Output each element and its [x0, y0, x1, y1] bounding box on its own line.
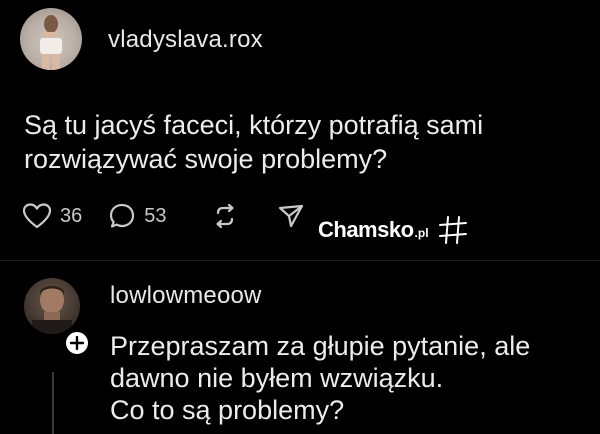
avatar-photo-icon — [40, 15, 62, 70]
watermark-tld: .pl — [414, 226, 429, 240]
avatar-photo-icon — [32, 286, 72, 334]
repost-button[interactable] — [211, 202, 239, 230]
reply-username[interactable]: lowlowmeoow — [110, 282, 262, 310]
send-icon — [278, 204, 303, 228]
comment-button[interactable]: 53 — [108, 202, 167, 230]
post-username[interactable]: vladyslava.rox — [108, 26, 263, 54]
watermark: Chamsko .pl — [318, 214, 469, 246]
comment-count: 53 — [144, 204, 167, 227]
comment-bubble-icon — [110, 203, 135, 228]
repost-icon — [215, 203, 234, 229]
reply-text-line: dawno nie byłem wzwiązku. — [110, 363, 444, 393]
heart-icon — [22, 203, 52, 229]
follow-button[interactable] — [64, 330, 90, 356]
reply-text-line: Przepraszam za głupie pytanie, ale — [110, 331, 531, 361]
share-button[interactable] — [277, 202, 305, 230]
reply-text: Przepraszam za głupie pytanie, ale dawno… — [110, 330, 590, 426]
divider — [0, 260, 600, 261]
avatar[interactable] — [20, 8, 82, 70]
post-text: Są tu jacyś faceci, którzy potrafią sami… — [24, 110, 484, 174]
watermark-brand: Chamsko — [318, 217, 414, 242]
like-count: 36 — [60, 204, 83, 227]
thread-line — [52, 372, 54, 434]
plus-icon — [70, 336, 84, 350]
original-post: vladyslava.rox Są tu jacyś faceci, którz… — [0, 0, 600, 260]
reply-avatar[interactable] — [24, 278, 80, 334]
like-button[interactable]: 36 — [22, 202, 82, 230]
hashtag-logo-icon — [438, 216, 467, 244]
reply-text-line: Co to są problemy? — [110, 395, 345, 425]
post-actions: 36 53 — [22, 200, 331, 232]
